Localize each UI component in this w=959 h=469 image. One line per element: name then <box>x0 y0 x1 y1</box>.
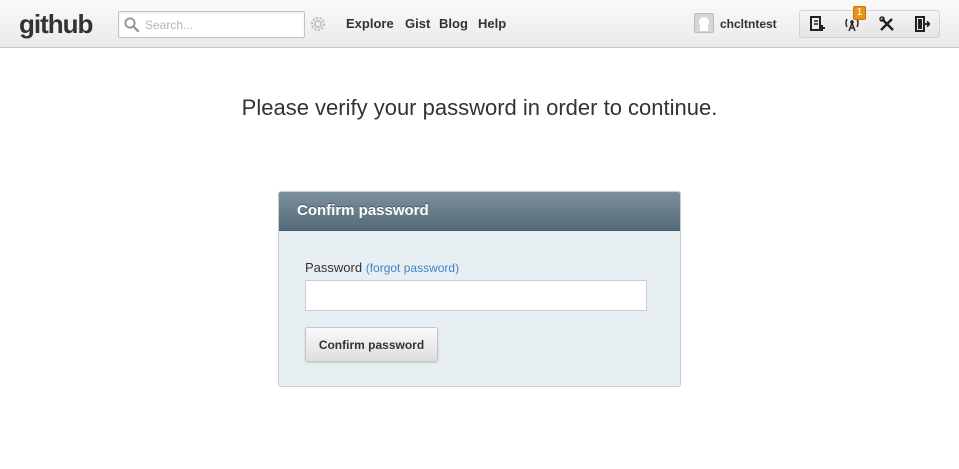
nav-gist[interactable]: Gist <box>405 16 430 32</box>
username-link[interactable]: chcltntest <box>720 16 777 32</box>
password-label-row: Password (forgot password) <box>305 260 459 276</box>
account-settings-button[interactable] <box>870 11 905 37</box>
nav-blog[interactable]: Blog <box>439 16 468 32</box>
logout-button[interactable] <box>905 11 940 37</box>
verify-message: Please verify your password in order to … <box>241 95 718 120</box>
nav-help[interactable]: Help <box>478 16 506 32</box>
advanced-search-gear-icon[interactable] <box>310 16 326 32</box>
octocat-avatar-icon <box>699 17 709 31</box>
user-tools-bar <box>799 10 940 38</box>
search-box[interactable] <box>118 11 305 38</box>
nav-explore[interactable]: Explore <box>346 16 394 32</box>
box-header: Confirm password <box>279 192 680 231</box>
confirm-password-button[interactable]: Confirm password <box>305 327 438 362</box>
search-icon <box>124 17 140 33</box>
password-field[interactable] <box>305 280 647 311</box>
new-repo-button[interactable] <box>800 11 835 37</box>
notification-count-badge: 1 <box>853 6 866 20</box>
github-logo[interactable]: github <box>19 8 93 40</box>
logout-icon <box>915 16 930 32</box>
forgot-password-link[interactable]: (forgot password) <box>366 261 459 275</box>
avatar[interactable] <box>694 13 714 33</box>
search-input[interactable] <box>145 15 300 34</box>
box-title: Confirm password <box>297 202 429 219</box>
new-repo-icon <box>810 16 825 31</box>
confirm-password-box: Confirm password Password (forgot passwo… <box>278 191 681 387</box>
password-label: Password <box>305 260 363 275</box>
top-header: github Explore Gist Blog Help chcltntest <box>0 0 959 48</box>
tools-icon <box>879 16 894 31</box>
